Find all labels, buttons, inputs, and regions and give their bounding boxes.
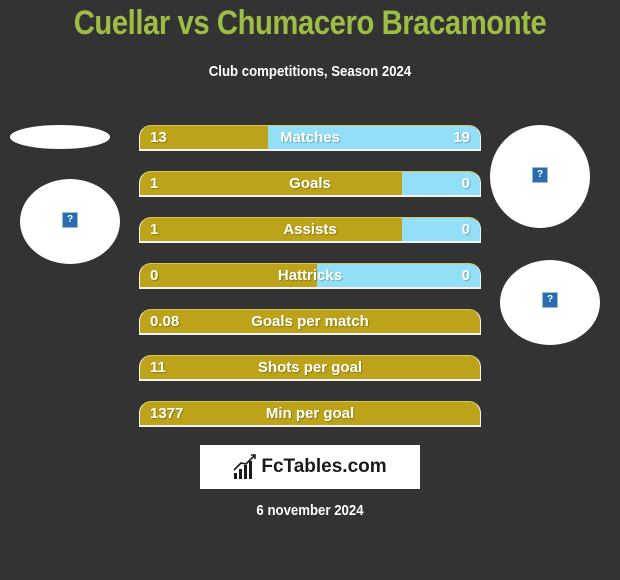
stat-row-shots-per-goal: 11 Shots per goal <box>139 355 481 381</box>
stat-label: Hattricks <box>277 267 343 284</box>
broken-image-icon: ? <box>542 292 558 308</box>
stat-label: Assists <box>283 221 337 238</box>
fctables-logo[interactable]: FcTables.com <box>200 445 420 489</box>
stat-row-goals-per-match: 0.08 Goals per match <box>139 309 481 335</box>
stat-label: Matches <box>279 129 341 146</box>
stat-row-assists: 1 Assists 0 <box>139 217 481 243</box>
page-subtitle: Club competitions, Season 2024 <box>208 63 412 80</box>
page-title: Cuellar vs Chumacero Bracamonte <box>73 4 547 42</box>
stat-row-matches: 13 Matches 19 <box>139 125 481 151</box>
stat-label: Goals <box>289 175 331 192</box>
bar-chart-icon <box>233 454 257 479</box>
left-player-name-ellipse <box>10 125 110 149</box>
right-value: 0 <box>461 221 470 238</box>
broken-image-icon: ? <box>532 167 548 183</box>
right-value: 19 <box>453 129 470 146</box>
stat-row-hattricks: 0 Hattricks 0 <box>139 263 481 289</box>
left-team-logo: ? <box>20 179 120 264</box>
right-value: 0 <box>461 175 470 192</box>
right-team-logo: ? <box>500 260 600 345</box>
footer-date: 6 november 2024 <box>256 502 364 519</box>
broken-image-icon: ? <box>62 212 78 228</box>
right-value: 0 <box>461 267 470 284</box>
stat-label: Goals per match <box>251 313 369 330</box>
stat-label: Shots per goal <box>257 359 363 376</box>
stat-label: Min per goal <box>265 405 355 422</box>
stat-row-goals: 1 Goals 0 <box>139 171 481 197</box>
brand-name: FcTables.com <box>261 456 387 477</box>
right-player-logo: ? <box>490 125 590 228</box>
stat-row-min-per-goal: 1377 Min per goal <box>139 401 481 427</box>
